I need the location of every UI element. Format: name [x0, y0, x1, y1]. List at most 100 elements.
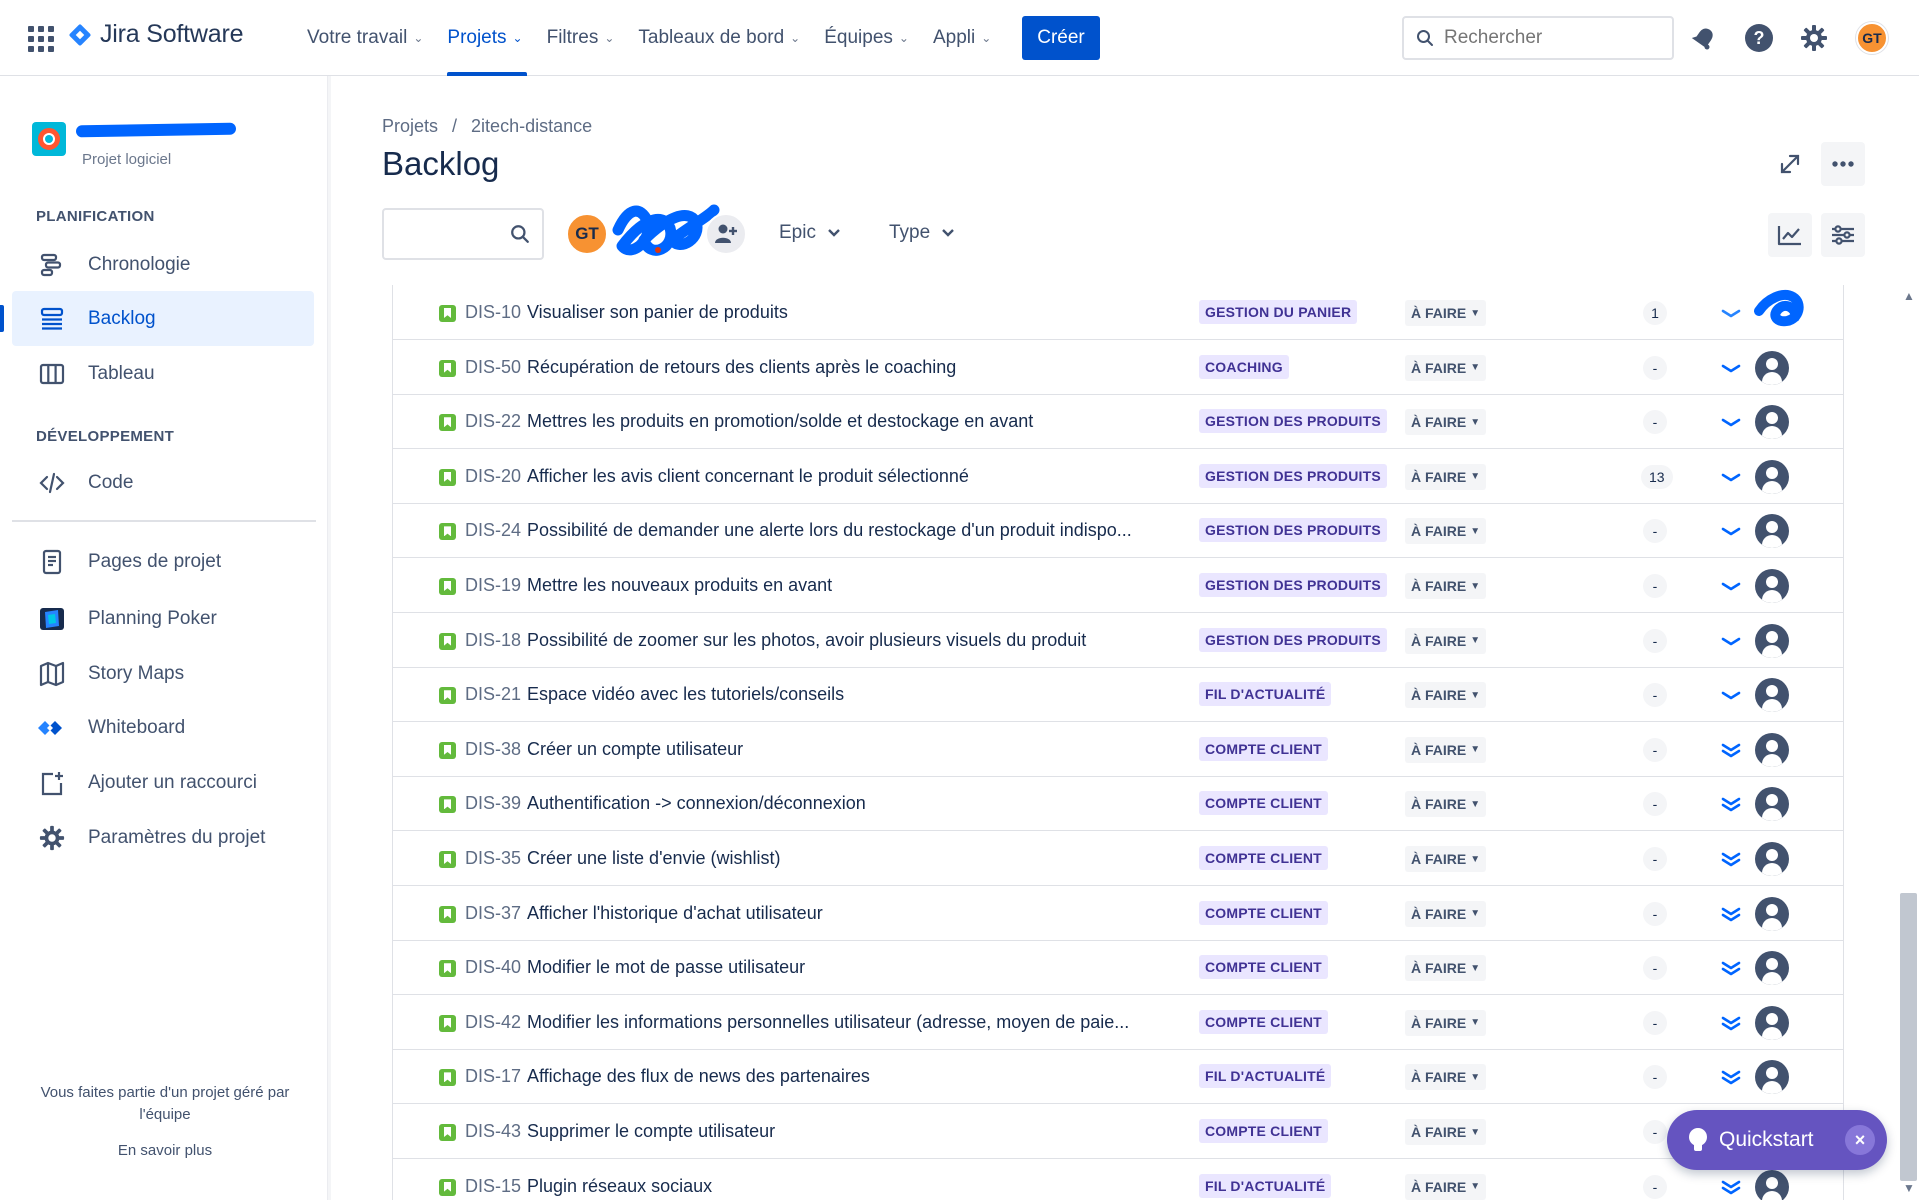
status-dropdown[interactable]: À FAIRE ▼ [1405, 627, 1487, 654]
issue-key[interactable]: DIS-35 [465, 848, 521, 869]
issue-key[interactable]: DIS-43 [465, 1121, 521, 1142]
epic-lozenge[interactable]: COMPTE CLIENT [1199, 846, 1328, 870]
story-points-badge[interactable]: - [1643, 574, 1667, 598]
issue-key[interactable]: DIS-19 [465, 575, 521, 596]
story-points-badge[interactable]: - [1643, 792, 1667, 817]
nav-apps[interactable]: Appli ⌄ [921, 0, 1003, 76]
story-points-badge[interactable]: 13 [1641, 464, 1673, 489]
issue-summary[interactable]: Plugin réseaux sociaux [527, 1176, 712, 1197]
story-points-badge[interactable]: - [1643, 355, 1667, 380]
epic-lozenge[interactable]: FIL D'ACTUALITÉ [1199, 1064, 1332, 1089]
issue-row[interactable]: DIS-42 Modifier les informations personne… [393, 995, 1843, 1050]
settings-gear-icon[interactable] [1798, 22, 1830, 54]
issue-row[interactable]: DIS-18 Possibilité de zoomer sur les phot… [393, 613, 1843, 668]
issue-key[interactable]: DIS-42 [465, 1012, 521, 1033]
issue-key[interactable]: DIS-20 [465, 466, 521, 487]
story-points-badge[interactable]: - [1643, 628, 1667, 653]
epic-lozenge[interactable]: COMPTE CLIENT [1199, 900, 1328, 925]
issue-key[interactable]: DIS-38 [465, 739, 521, 760]
quickstart-button[interactable]: Quickstart × [1667, 1110, 1887, 1170]
issue-row[interactable]: DIS-50 Récupération de retours des client… [393, 340, 1843, 395]
fullscreen-icon[interactable] [1768, 142, 1812, 186]
issue-key[interactable]: DIS-18 [465, 630, 521, 651]
add-people-button[interactable] [705, 213, 747, 255]
issue-row[interactable]: DIS-35 Créer une liste d'envie (wishlist)… [393, 831, 1843, 886]
status-dropdown[interactable]: À FAIRE ▼ [1405, 573, 1487, 599]
story-points-badge[interactable]: - [1643, 410, 1667, 435]
nav-filters[interactable]: Filtres ⌄ [535, 0, 627, 76]
nav-dashboards[interactable]: Tableaux de bord ⌄ [626, 0, 812, 76]
issue-key[interactable]: DIS-15 [465, 1176, 521, 1197]
scroll-down-icon[interactable]: ▼ [1903, 1181, 1915, 1195]
status-dropdown[interactable]: À FAIRE ▼ [1405, 409, 1487, 436]
status-dropdown[interactable]: À FAIRE ▼ [1405, 846, 1487, 872]
epic-lozenge[interactable]: FIL D'ACTUALITÉ [1199, 1173, 1332, 1198]
unassigned-avatar-icon[interactable] [1755, 569, 1789, 603]
issue-row[interactable]: DIS-40 Modifier le mot de passe utilisate… [393, 940, 1843, 996]
issue-summary[interactable]: Possibilité de demander une alerte lors … [527, 520, 1132, 541]
status-dropdown[interactable]: À FAIRE ▼ [1405, 300, 1487, 326]
epic-lozenge[interactable]: GESTION DES PRODUITS [1199, 463, 1387, 488]
issue-summary[interactable]: Mettres les produits en promotion/solde … [527, 411, 1033, 432]
epic-lozenge[interactable]: COMPTE CLIENT [1199, 1009, 1328, 1034]
unassigned-avatar-icon[interactable] [1755, 623, 1789, 658]
issue-summary[interactable]: Supprimer le compte utilisateur [527, 1121, 775, 1142]
global-search[interactable] [1402, 16, 1674, 60]
epic-lozenge[interactable]: GESTION DU PANIER [1199, 300, 1358, 324]
epic-lozenge[interactable]: GESTION DES PRODUITS [1199, 409, 1387, 434]
issue-summary[interactable]: Créer un compte utilisateur [527, 739, 743, 760]
story-points-badge[interactable]: - [1643, 1120, 1667, 1144]
issue-key[interactable]: DIS-24 [465, 520, 521, 541]
unassigned-avatar-icon[interactable] [1755, 350, 1789, 385]
issue-summary[interactable]: Espace vidéo avec les tutoriels/conseils [527, 684, 844, 705]
issue-summary[interactable]: Affichage des flux de news des partenair… [527, 1066, 870, 1087]
sidebar-item-backlog[interactable]: Backlog [0, 291, 314, 346]
unassigned-avatar-icon[interactable] [1755, 842, 1789, 876]
nav-teams[interactable]: Équipes ⌄ [812, 0, 921, 76]
create-button[interactable]: Créer [1022, 16, 1100, 60]
assignee-filter-avatar[interactable]: GT [566, 213, 608, 255]
view-settings-icon[interactable] [1821, 213, 1865, 257]
sidebar-item-add-shortcut[interactable]: Ajouter un raccourci [12, 755, 314, 810]
issue-row[interactable]: DIS-24 Possibilité de demander une alerte… [393, 503, 1843, 559]
unassigned-avatar-icon[interactable] [1755, 1005, 1789, 1040]
status-dropdown[interactable]: À FAIRE ▼ [1405, 1119, 1487, 1145]
epic-filter-dropdown[interactable]: Epic [779, 222, 840, 244]
status-dropdown[interactable]: À FAIRE ▼ [1405, 955, 1487, 982]
scrollbar-thumb[interactable] [1900, 893, 1917, 1181]
unassigned-avatar-icon[interactable] [1755, 732, 1789, 767]
insights-chart-icon[interactable] [1768, 213, 1812, 257]
story-points-badge[interactable]: - [1643, 519, 1667, 544]
epic-lozenge[interactable]: GESTION DES PRODUITS [1199, 627, 1387, 652]
story-points-badge[interactable]: - [1643, 956, 1667, 981]
issue-key[interactable]: DIS-50 [465, 357, 521, 378]
issue-key[interactable]: DIS-21 [465, 684, 521, 705]
user-avatar[interactable]: GT [1856, 22, 1888, 54]
issue-summary[interactable]: Visualiser son panier de produits [527, 302, 788, 323]
issue-row[interactable]: DIS-38 Créer un compte utilisateur COMPTE … [393, 722, 1843, 777]
status-dropdown[interactable]: À FAIRE ▼ [1405, 518, 1487, 545]
story-points-badge[interactable]: 1 [1643, 301, 1667, 325]
sidebar-item-code[interactable]: Code [12, 455, 314, 510]
status-dropdown[interactable]: À FAIRE ▼ [1405, 1173, 1487, 1200]
more-actions-icon[interactable] [1821, 142, 1865, 186]
epic-lozenge[interactable]: COMPTE CLIENT [1199, 736, 1328, 761]
epic-lozenge[interactable]: COMPTE CLIENT [1199, 1119, 1328, 1143]
issue-summary[interactable]: Afficher l'historique d'achat utilisateu… [527, 903, 823, 924]
issue-summary[interactable]: Afficher les avis client concernant le p… [527, 466, 969, 487]
story-points-badge[interactable]: - [1643, 1010, 1667, 1035]
help-icon[interactable]: ? [1743, 22, 1775, 54]
epic-lozenge[interactable]: GESTION DES PRODUITS [1199, 518, 1387, 543]
unassigned-avatar-icon[interactable] [1755, 678, 1789, 713]
issue-summary[interactable]: Récupération de retours des clients aprè… [527, 357, 956, 378]
status-dropdown[interactable]: À FAIRE ▼ [1405, 1064, 1487, 1091]
story-points-badge[interactable]: - [1643, 1174, 1667, 1199]
status-dropdown[interactable]: À FAIRE ▼ [1405, 900, 1487, 927]
status-dropdown[interactable]: À FAIRE ▼ [1405, 791, 1487, 818]
status-dropdown[interactable]: À FAIRE ▼ [1405, 682, 1487, 709]
sidebar-item-project-pages[interactable]: Pages de projet [12, 534, 314, 589]
scrollbar[interactable]: ▲ ▼ [1898, 285, 1919, 1200]
nav-projects[interactable]: Projets ⌄ [435, 0, 534, 76]
nav-your-work[interactable]: Votre travail ⌄ [295, 0, 435, 76]
issue-summary[interactable]: Modifier le mot de passe utilisateur [527, 957, 805, 978]
